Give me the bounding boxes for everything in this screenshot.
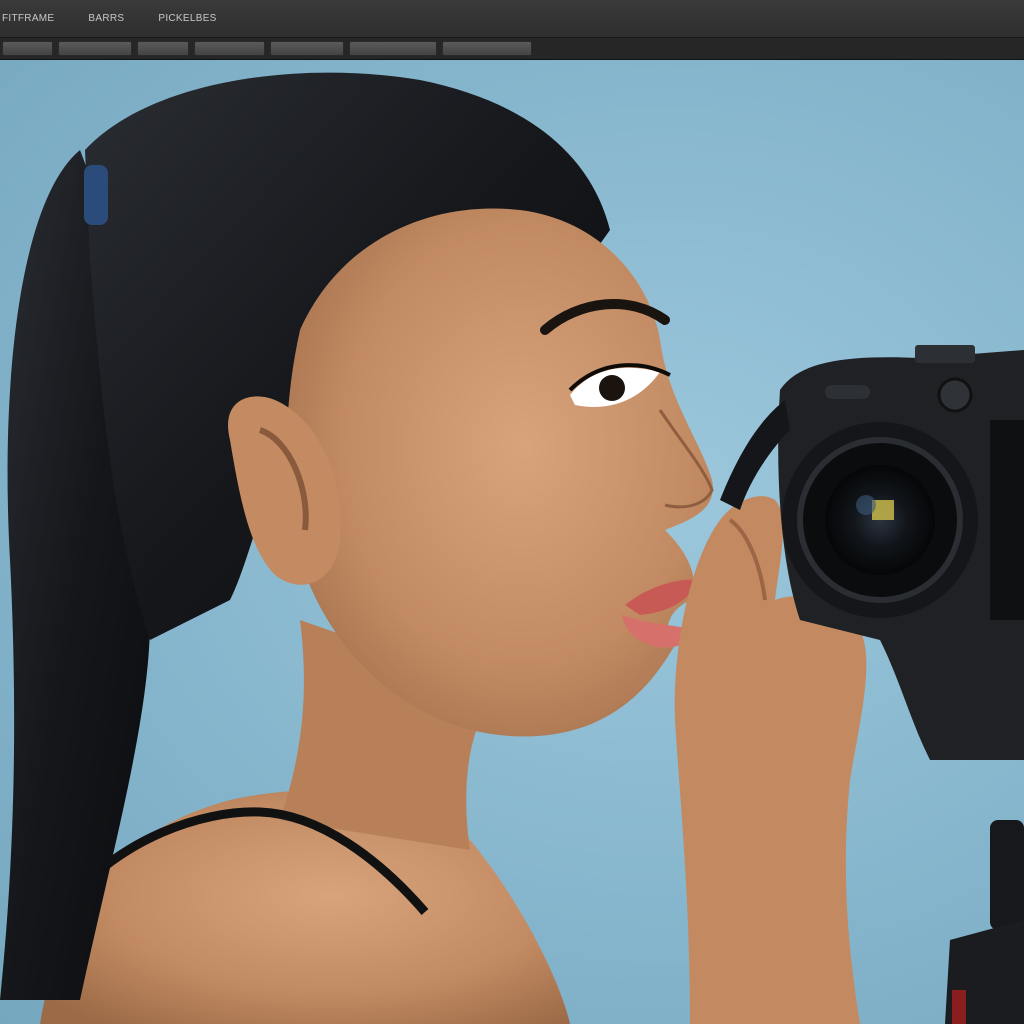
- tool-bar: [0, 38, 1024, 60]
- toolbar-button-4[interactable]: [194, 41, 265, 56]
- editor-window: FITFRAME BARRS PICKELBES: [0, 0, 1024, 1024]
- menu-item-file[interactable]: FITFRAME: [2, 13, 54, 24]
- menu-bar: FITFRAME BARRS PICKELBES: [0, 0, 1024, 38]
- toolbar-button-6[interactable]: [349, 41, 437, 56]
- toolbar-button-5[interactable]: [270, 41, 344, 56]
- toolbar-button-3[interactable]: [137, 41, 189, 56]
- image-canvas[interactable]: [0, 60, 1024, 1024]
- menu-item-edit[interactable]: BARRS: [88, 13, 124, 24]
- toolbar-button-2[interactable]: [58, 41, 132, 56]
- photo-illustration: [0, 72, 1024, 1024]
- toolbar-button-1[interactable]: [2, 41, 53, 56]
- menu-item-view[interactable]: PICKELBES: [158, 13, 216, 24]
- toolbar-button-7[interactable]: [442, 41, 532, 56]
